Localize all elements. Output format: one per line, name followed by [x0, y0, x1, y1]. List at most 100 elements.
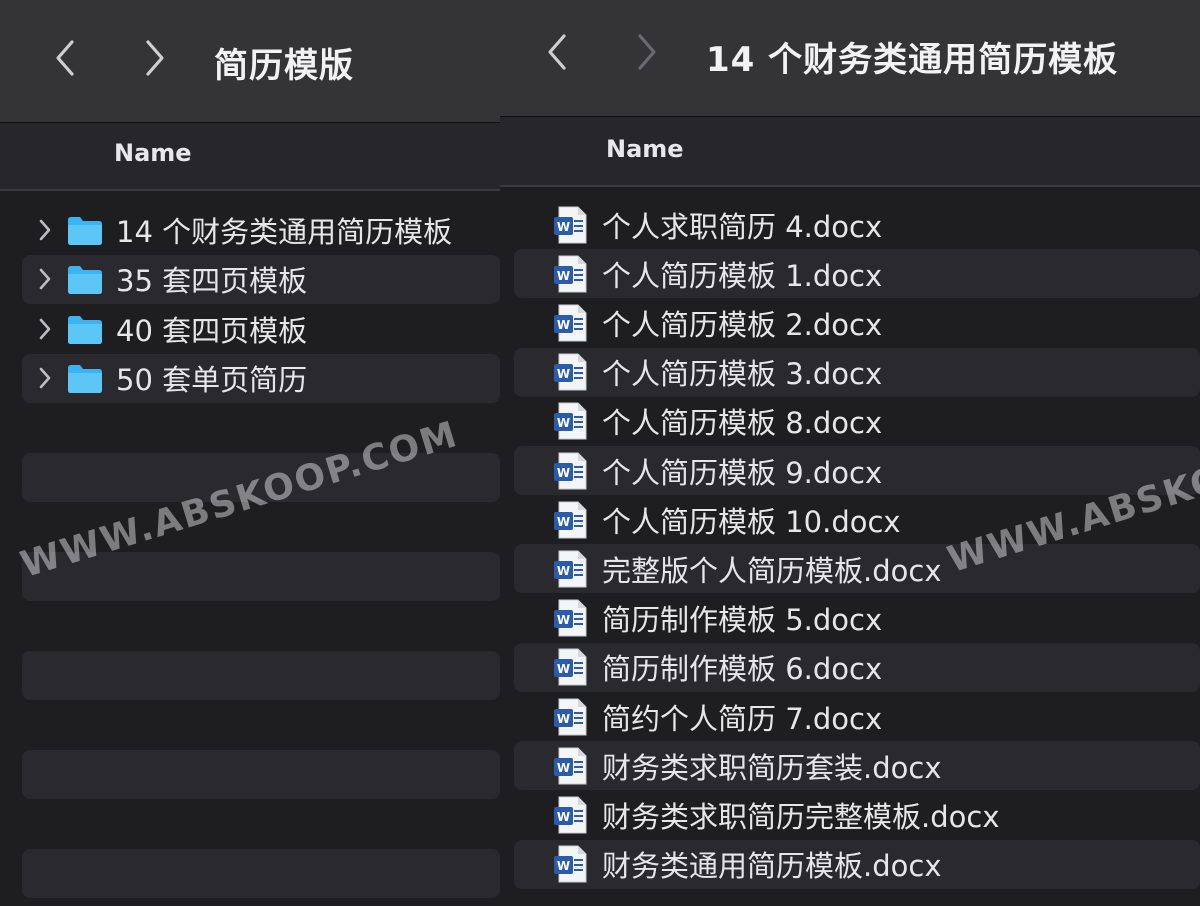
folder-row[interactable]: 35 套四页模板 [22, 254, 500, 304]
word-document-icon: W [554, 845, 587, 883]
word-document-icon-wrap: W [554, 845, 588, 883]
chevron-right-icon [39, 268, 51, 290]
name-column-header[interactable]: Name [500, 117, 1200, 187]
file-row[interactable]: W 简约个人简历 7.docx [514, 692, 1200, 741]
folder-icon [68, 365, 102, 393]
file-name: 简历制作模板 5.docx [602, 603, 883, 638]
window-title: 14 个财务类通用简历模板 [706, 40, 1119, 80]
file-row[interactable]: W 个人简历模板 3.docx [514, 347, 1200, 397]
chevron-right-icon [638, 34, 656, 70]
disclosure-button[interactable] [30, 215, 60, 245]
file-name: 个人简历模板 2.docx [602, 307, 883, 342]
file-row[interactable]: W 完整版个人简历模板.docx [514, 544, 1200, 594]
file-row[interactable]: W 财务类求职简历套装.docx [514, 741, 1200, 791]
empty-row [22, 799, 500, 848]
folder-icon [68, 266, 102, 294]
file-row[interactable]: W 个人求职简历 4.docx [514, 200, 1200, 249]
folder-icon [68, 216, 102, 245]
folder-row[interactable]: 50 套单页简历 [22, 353, 500, 403]
disclosure-button[interactable] [30, 314, 60, 344]
folder-name: 35 套四页模板 [116, 264, 308, 298]
left-finder-pane: 简历模版 Name 14 个财务类通用简历模板 35 套四页模板 40 套四页模板 5… [0, 0, 500, 906]
word-document-icon-wrap: W [554, 304, 588, 342]
svg-text:W: W [557, 416, 570, 430]
word-document-icon-wrap: W [554, 747, 588, 785]
svg-text:W: W [557, 761, 570, 775]
svg-text:W: W [557, 613, 570, 627]
word-document-icon: W [554, 402, 587, 440]
word-document-icon: W [554, 599, 587, 637]
svg-text:W: W [557, 466, 570, 480]
word-document-icon-wrap: W [554, 402, 588, 440]
word-document-icon-wrap: W [554, 206, 588, 244]
file-row[interactable]: W 个人简历模板 1.docx [514, 249, 1200, 299]
word-document-icon: W [554, 550, 587, 588]
empty-row [22, 749, 500, 799]
word-document-icon: W [554, 206, 587, 243]
file-row[interactable]: W 财务类通用简历模板.docx [514, 839, 1200, 889]
forward-button[interactable] [132, 36, 176, 80]
chevron-left-icon [548, 34, 566, 70]
file-name: 个人简历模板 9.docx [602, 455, 883, 490]
file-row[interactable]: W 个人简历模板 10.docx [514, 495, 1200, 544]
word-document-icon: W [554, 304, 587, 342]
word-document-icon-wrap: W [554, 501, 588, 539]
forward-button[interactable] [624, 30, 668, 74]
name-column-header[interactable]: Name [0, 123, 500, 191]
folder-icon-wrap [66, 263, 104, 295]
chevron-right-icon [39, 318, 51, 339]
chevron-right-icon [146, 40, 164, 76]
svg-text:W: W [557, 269, 570, 283]
svg-text:W: W [557, 318, 570, 332]
word-document-icon-wrap: W [554, 255, 588, 293]
word-document-icon-wrap: W [554, 353, 588, 391]
folder-name: 14 个财务类通用简历模板 [116, 214, 453, 249]
empty-row [22, 650, 500, 700]
file-name: 简历制作模板 6.docx [602, 652, 883, 687]
empty-row [22, 403, 500, 452]
folder-icon-wrap [66, 362, 104, 394]
file-row[interactable]: W 个人简历模板 2.docx [514, 298, 1200, 347]
word-document-icon-wrap: W [554, 648, 588, 686]
svg-text:W: W [557, 564, 570, 578]
svg-text:W: W [557, 662, 570, 676]
file-name: 完整版个人简历模板.docx [602, 553, 942, 588]
word-document-icon: W [554, 452, 587, 489]
file-row[interactable]: W 简历制作模板 6.docx [514, 642, 1200, 692]
folder-row[interactable]: 40 套四页模板 [22, 304, 500, 353]
file-row[interactable]: W 个人简历模板 9.docx [514, 446, 1200, 495]
file-row[interactable]: W 简历制作模板 5.docx [514, 594, 1200, 643]
empty-row [22, 502, 500, 551]
chevron-right-icon [39, 367, 51, 389]
word-document-icon: W [554, 353, 587, 391]
svg-text:W: W [557, 810, 570, 824]
word-document-icon-wrap: W [554, 698, 588, 736]
empty-row [22, 700, 500, 749]
word-document-icon: W [554, 747, 587, 785]
svg-text:W: W [557, 220, 570, 234]
file-name: 财务类求职简历套装.docx [602, 750, 942, 785]
back-button[interactable] [536, 30, 580, 74]
column-header-label: Name [114, 139, 192, 167]
word-document-icon: W [554, 255, 587, 293]
svg-text:W: W [557, 367, 570, 381]
file-name: 财务类求职简历完整模板.docx [602, 799, 1000, 834]
word-document-icon-wrap: W [554, 599, 588, 637]
svg-text:W: W [557, 515, 570, 529]
empty-row [22, 848, 500, 898]
svg-text:W: W [557, 859, 570, 873]
folder-icon [68, 315, 102, 344]
word-document-icon-wrap: W [554, 550, 588, 588]
folder-name: 40 套四页模板 [116, 313, 308, 348]
back-button[interactable] [44, 36, 88, 80]
folder-row[interactable]: 14 个财务类通用简历模板 [22, 205, 500, 254]
file-row[interactable]: W 财务类求职简历完整模板.docx [514, 790, 1200, 839]
empty-row [22, 551, 500, 601]
folder-icon-wrap [66, 214, 104, 246]
disclosure-button[interactable] [30, 363, 60, 393]
word-document-icon-wrap: W [554, 452, 588, 490]
disclosure-button[interactable] [30, 264, 60, 294]
folder-icon-wrap [66, 313, 104, 345]
file-name: 个人简历模板 1.docx [602, 258, 883, 293]
file-row[interactable]: W 个人简历模板 8.docx [514, 397, 1200, 446]
